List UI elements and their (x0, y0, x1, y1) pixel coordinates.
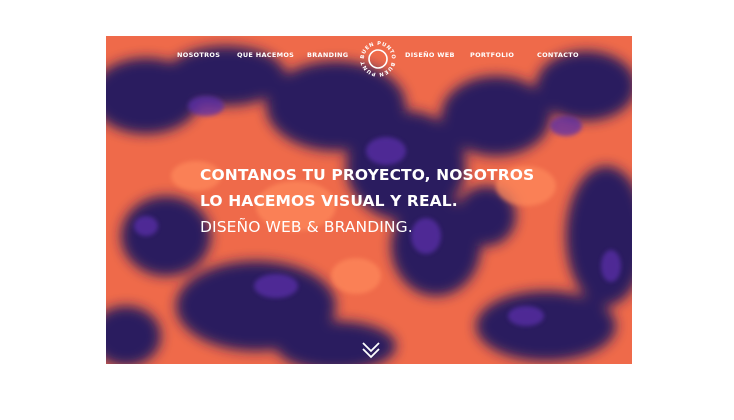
nav-item-diseno-web[interactable]: DISEÑO WEB (405, 51, 455, 59)
nav-item-nosotros[interactable]: NOSOTROS (177, 51, 220, 59)
nav-item-portfolio[interactable]: PORTFOLIO (470, 51, 514, 59)
main-nav: NOSOTROS QUE HACEMOS BRANDING BUEN PUNTO… (106, 36, 632, 77)
headline-line-2: LO HACEMOS VISUAL Y REAL. (200, 192, 458, 210)
nav-item-branding[interactable]: BRANDING (307, 51, 348, 59)
headline-line-1: CONTANOS TU PROYECTO, NOSOTROS (200, 166, 535, 184)
nav-item-que-hacemos[interactable]: QUE HACEMOS (237, 51, 294, 59)
hero-headline: CONTANOS TU PROYECTO, NOSOTROS LO HACEMO… (200, 162, 534, 240)
buen-punto-logo[interactable]: BUEN PUNTO BUEN PUNTO (357, 38, 399, 80)
logo-text: BUEN PUNTO BUEN PUNTO (357, 38, 396, 77)
hero-section: NOSOTROS QUE HACEMOS BRANDING BUEN PUNTO… (106, 36, 632, 364)
chevron-double-down-icon[interactable] (360, 339, 382, 361)
nav-item-contacto[interactable]: CONTACTO (537, 51, 579, 59)
headline-line-3: DISEÑO WEB & BRANDING. (200, 218, 413, 236)
svg-text:BUEN PUNTO BUEN PUNTO: BUEN PUNTO BUEN PUNTO (357, 38, 396, 77)
